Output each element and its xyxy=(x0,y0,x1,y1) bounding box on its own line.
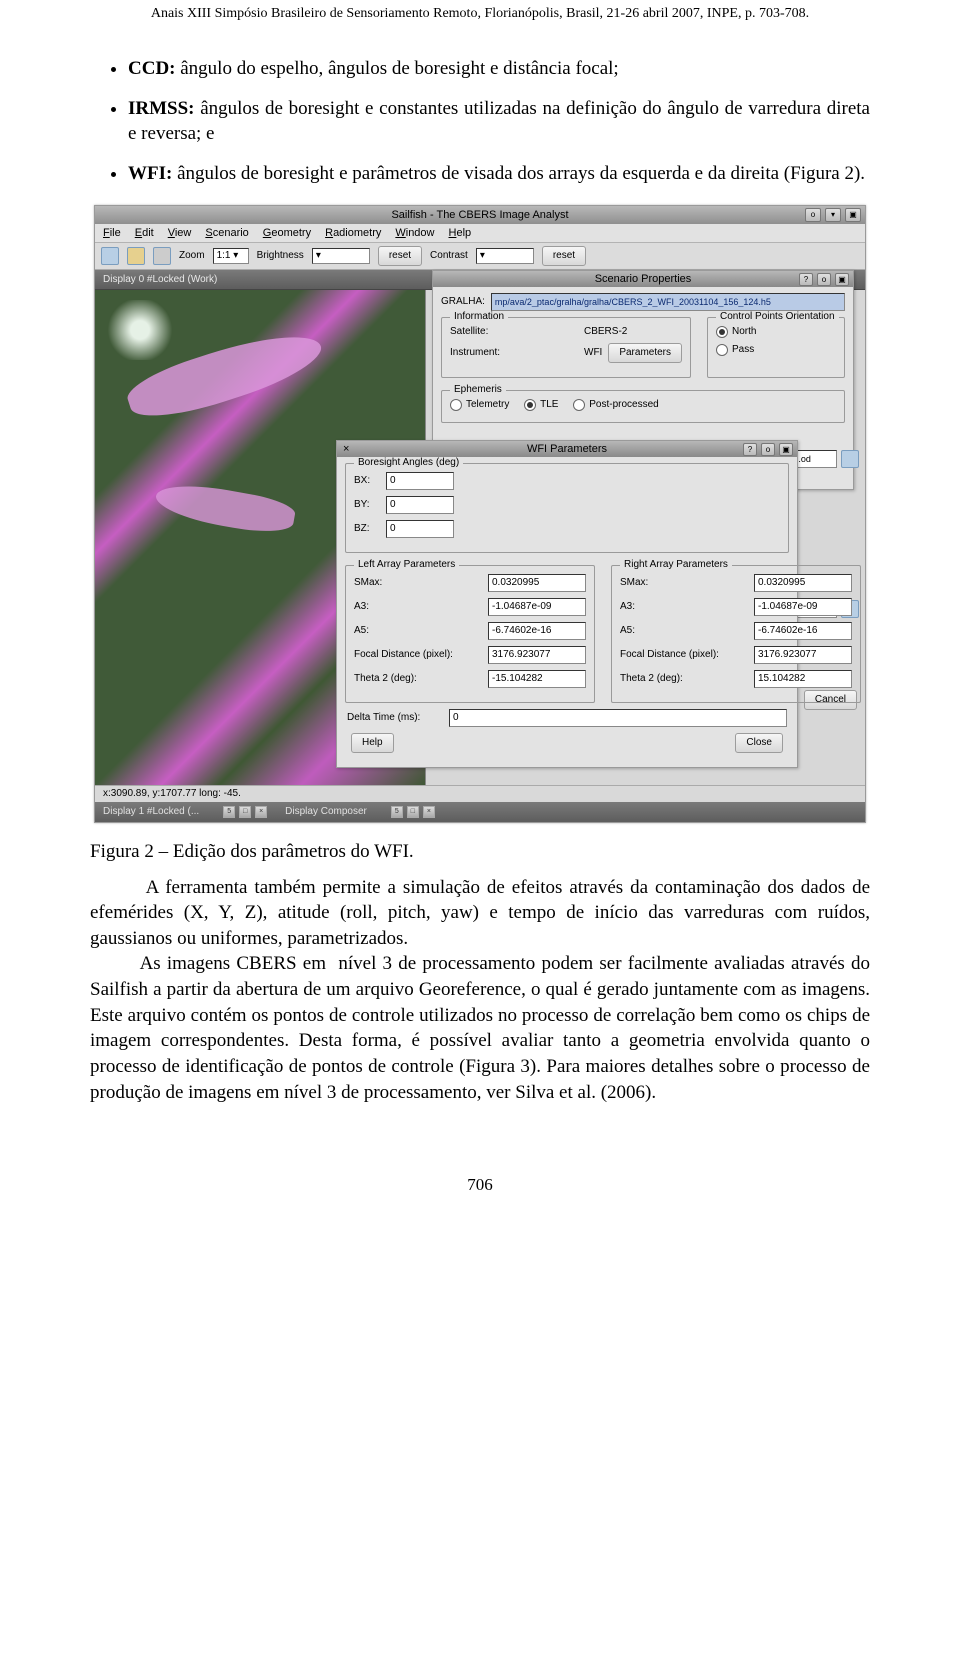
wfi-close-button[interactable]: Close xyxy=(735,733,783,753)
a3-right-input[interactable] xyxy=(754,598,852,616)
right-legend: Right Array Parameters xyxy=(620,559,732,570)
menu-scenario[interactable]: Scenario xyxy=(205,227,248,239)
sat-val: CBERS-2 xyxy=(584,326,627,337)
bz-input[interactable] xyxy=(386,520,454,538)
menu-view[interactable]: View xyxy=(168,227,192,239)
wfi-roll-icon[interactable]: ▣ xyxy=(779,443,793,456)
close-icon[interactable]: ▣ xyxy=(845,208,861,222)
bottom-strip: Display 1 #Locked (... 5 □ × Display Compo… xyxy=(95,802,865,822)
statusbar: x:3090.89, y:1707.77 long: -45. xyxy=(95,785,865,802)
inst-label: Instrument: xyxy=(450,347,578,358)
bullet-list: CCD: ângulo do espelho, ângulos de bores… xyxy=(90,56,870,187)
gralha-input[interactable] xyxy=(491,293,845,311)
contrast-label: Contrast xyxy=(430,250,468,261)
dt-input[interactable] xyxy=(449,709,787,727)
zoom-label: Zoom xyxy=(179,250,205,261)
panel-area: Scenario Properties ?o▣ GRALHA: Informat… xyxy=(426,290,865,785)
composer-label: Display Composer xyxy=(285,806,367,817)
menu-edit[interactable]: Edit xyxy=(135,227,154,239)
reset-bright-button[interactable]: reset xyxy=(378,246,422,266)
toolbar: Zoom 1:1 ▾ Brightness ▾ reset Contrast ▾… xyxy=(95,243,865,270)
open-icon[interactable] xyxy=(127,247,145,265)
help-icon[interactable]: ? xyxy=(799,273,813,286)
win-title: Sailfish - The CBERS Image Analyst xyxy=(391,209,568,221)
wfi-parameters-window: × WFI Parameters ? o ▣ Boresight Angles (d… xyxy=(336,440,798,768)
d2-ctrl-c[interactable]: × xyxy=(423,806,435,818)
fd-right-input[interactable] xyxy=(754,646,852,664)
bx-input[interactable] xyxy=(386,472,454,490)
parameters-button[interactable]: Parameters xyxy=(608,343,682,363)
win-titlebar: Sailfish - The CBERS Image Analyst o ▾ ▣ xyxy=(95,206,865,224)
pass-radio[interactable]: Pass xyxy=(716,344,754,356)
left-legend: Left Array Parameters xyxy=(354,559,459,570)
wfi-title: WFI Parameters xyxy=(527,443,607,455)
display1-label: Display 1 #Locked (... xyxy=(103,806,199,817)
max-icon[interactable]: ▾ xyxy=(825,208,841,222)
workspace: Scenario Properties ?o▣ GRALHA: Informat… xyxy=(95,290,865,785)
th-right-input[interactable] xyxy=(754,670,852,688)
roll-icon[interactable]: ▣ xyxy=(835,273,849,286)
cpo-legend: Control Points Orientation xyxy=(716,311,839,322)
bright-label: Brightness xyxy=(257,250,304,261)
body-text: A ferramenta também permite a simulação … xyxy=(90,875,870,1106)
wfi-help-icon[interactable]: ? xyxy=(743,443,757,456)
fd-left-input[interactable] xyxy=(488,646,586,664)
reset-contrast-button[interactable]: reset xyxy=(542,246,586,266)
bullet-irmss: IRMSS: ângulos de boresight e constantes… xyxy=(128,96,870,147)
new-icon[interactable] xyxy=(101,247,119,265)
inst-val: WFI xyxy=(584,347,602,358)
a3-left-input[interactable] xyxy=(488,598,586,616)
gralha-label: GRALHA: xyxy=(441,296,485,307)
menu-help[interactable]: Help xyxy=(449,227,472,239)
th-left-input[interactable] xyxy=(488,670,586,688)
menu-window[interactable]: Window xyxy=(395,227,434,239)
wfi-x-icon[interactable]: × xyxy=(343,443,349,455)
north-radio[interactable]: North xyxy=(716,326,756,338)
d2-ctrl-b[interactable]: □ xyxy=(407,806,419,818)
info-legend: Information xyxy=(450,311,508,322)
menu-geometry[interactable]: Geometry xyxy=(263,227,311,239)
zoom-select[interactable]: 1:1 ▾ xyxy=(213,248,249,264)
d1-ctrl-c[interactable]: × xyxy=(255,806,267,818)
d1-ctrl-a[interactable]: 5 xyxy=(223,806,235,818)
a5-left-input[interactable] xyxy=(488,622,586,640)
bullet-ccd: CCD: ângulo do espelho, ângulos de bores… xyxy=(128,56,870,82)
min-icon[interactable]: o xyxy=(805,208,821,222)
tool-icon[interactable] xyxy=(153,247,171,265)
win-controls: o ▾ ▣ xyxy=(805,208,861,222)
browse-od-icon[interactable] xyxy=(841,450,859,468)
contrast-select[interactable]: ▾ xyxy=(476,248,534,264)
by-input[interactable] xyxy=(386,496,454,514)
figure-caption: Figura 2 – Edição dos parâmetros do WFI. xyxy=(90,841,870,863)
menubar: File Edit View Scenario Geometry Radiome… xyxy=(95,224,865,243)
d1-ctrl-b[interactable]: □ xyxy=(239,806,251,818)
sailfish-app-window: Sailfish - The CBERS Image Analyst o ▾ ▣… xyxy=(94,205,866,823)
d2-ctrl-a[interactable]: 5 xyxy=(391,806,403,818)
wfi-min-icon[interactable]: o xyxy=(761,443,775,456)
eph-legend: Ephemeris xyxy=(450,384,506,395)
min2-icon[interactable]: o xyxy=(817,273,831,286)
bangles-legend: Boresight Angles (deg) xyxy=(354,457,463,468)
scenario-title: Scenario Properties xyxy=(595,273,692,285)
smax-left-input[interactable] xyxy=(488,574,586,592)
paper-header: Anais XIII Simpósio Brasileiro de Sensor… xyxy=(0,0,960,26)
post-radio[interactable]: Post-processed xyxy=(573,399,658,411)
menu-file[interactable]: File xyxy=(103,227,121,239)
wfi-help-button[interactable]: Help xyxy=(351,733,394,753)
sat-label: Satellite: xyxy=(450,326,578,337)
page-number: 706 xyxy=(0,1155,960,1225)
tle-radio[interactable]: TLE xyxy=(524,399,558,411)
bullet-wfi: WFI: ângulos de boresight e parâmetros d… xyxy=(128,161,870,187)
a5-right-input[interactable] xyxy=(754,622,852,640)
smax-right-input[interactable] xyxy=(754,574,852,592)
menu-radiometry[interactable]: Radiometry xyxy=(325,227,381,239)
bright-select[interactable]: ▾ xyxy=(312,248,370,264)
telem-radio[interactable]: Telemetry xyxy=(450,399,509,411)
